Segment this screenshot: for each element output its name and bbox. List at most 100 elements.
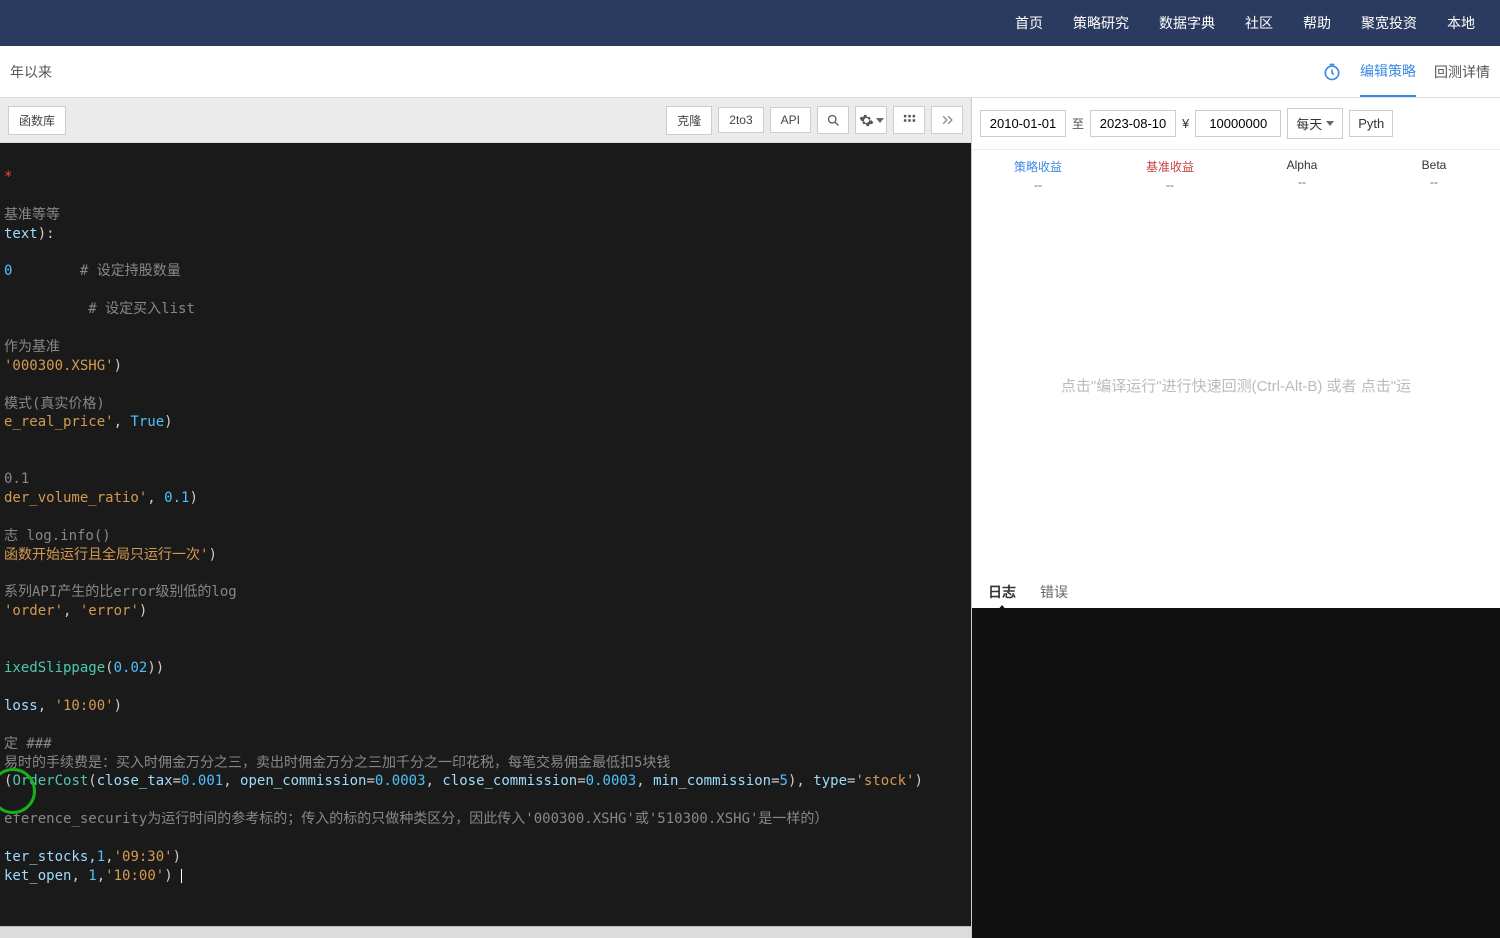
code-token: OrderCost	[12, 773, 88, 789]
code-comment: 作为基准	[4, 339, 60, 355]
code-token: close_tax	[97, 773, 173, 789]
code-token: ixedSlippage	[4, 660, 105, 676]
code-token: 0.0003	[375, 773, 426, 789]
code-token: )	[114, 358, 122, 374]
backtest-params: 至 ¥ 每天 Pyth	[972, 98, 1500, 150]
code-token: )	[164, 414, 172, 430]
nav-invest[interactable]: 聚宽投资	[1346, 0, 1432, 46]
gear-icon[interactable]	[855, 106, 887, 134]
code-comment: # 设定持股数量	[80, 263, 181, 279]
code-token: ,	[97, 868, 105, 884]
search-icon[interactable]	[817, 106, 849, 134]
code-token: 0.0003	[586, 773, 637, 789]
code-token: ),	[788, 773, 813, 789]
code-token: '09:30'	[114, 849, 173, 865]
code-token: 0	[4, 263, 12, 279]
code-token: e_real_price'	[4, 414, 114, 430]
code-token: )	[208, 547, 216, 563]
code-token: 0.1	[164, 490, 189, 506]
metric-alpha: Alpha--	[1236, 158, 1368, 192]
code-token: 'stock'	[855, 773, 914, 789]
code-comment: 0.1	[4, 471, 29, 487]
code-comment: eference_security为运行时间的参考标的；传入的标的只做种类区分，…	[4, 811, 828, 827]
metric-benchmark-return: 基准收益--	[1104, 158, 1236, 192]
code-token: )	[139, 603, 147, 619]
chevron-down-icon	[1326, 121, 1334, 126]
tab-errors[interactable]: 错误	[1040, 582, 1068, 602]
code-token: =	[577, 773, 585, 789]
code-comment: 定 ###	[4, 736, 52, 752]
code-line: 基准等等	[4, 207, 60, 223]
timer-icon[interactable]	[1322, 62, 1342, 82]
code-token: 5	[780, 773, 788, 789]
top-navbar: 首页 策略研究 数据字典 社区 帮助 聚宽投资 本地	[0, 0, 1500, 46]
code-token: (	[105, 660, 113, 676]
metric-beta: Beta--	[1368, 158, 1500, 192]
top-nav-links: 首页 策略研究 数据字典 社区 帮助 聚宽投资 本地	[1000, 0, 1490, 46]
log-output[interactable]	[972, 608, 1500, 938]
nav-home[interactable]: 首页	[1000, 0, 1058, 46]
code-comment: 志 log.info()	[4, 528, 111, 544]
code-token: ,	[426, 773, 443, 789]
code-token: 0.001	[181, 773, 223, 789]
code-token: '000300.XSHG'	[4, 358, 114, 374]
code-token: )	[173, 849, 181, 865]
chart-placeholder: 点击"编译运行"进行快速回测(Ctrl-Alt-B) 或者 点击"运	[972, 196, 1500, 574]
start-date-input[interactable]	[980, 110, 1066, 137]
api-button[interactable]: API	[770, 107, 811, 133]
code-token: 'order'	[4, 603, 63, 619]
code-token: text	[4, 226, 38, 242]
capital-input[interactable]	[1195, 110, 1281, 137]
code-token: ter_stocks,	[4, 849, 97, 865]
code-token: )	[114, 698, 122, 714]
code-token: ))	[147, 660, 164, 676]
code-token: ,	[63, 603, 80, 619]
code-line: *	[4, 169, 12, 185]
code-token: ,	[38, 698, 55, 714]
currency-label: ¥	[1182, 116, 1189, 131]
tab-backtest-details[interactable]: 回测详情	[1434, 62, 1490, 82]
end-date-input[interactable]	[1090, 110, 1176, 137]
subbar-title: 年以来	[10, 62, 52, 82]
editor-pane: 函数库 克隆 2to3 API * 基准等等 text): 0 # 设定持股数量…	[0, 98, 972, 938]
code-comment: # 设定买入list	[88, 301, 195, 317]
nav-strategy[interactable]: 策略研究	[1058, 0, 1144, 46]
code-token: 0.02	[114, 660, 148, 676]
2to3-button[interactable]: 2to3	[718, 107, 763, 133]
code-token: '10:00'	[105, 868, 164, 884]
code-token: (	[88, 773, 96, 789]
code-token: type	[813, 773, 847, 789]
frequency-select[interactable]: 每天	[1287, 108, 1343, 139]
tab-logs[interactable]: 日志	[988, 582, 1016, 602]
code-token: close_commission	[442, 773, 577, 789]
code-comment: 系列API产生的比error级别低的log	[4, 584, 237, 600]
expand-icon[interactable]	[931, 106, 963, 134]
code-token: ):	[38, 226, 55, 242]
nav-help[interactable]: 帮助	[1288, 0, 1346, 46]
metrics-row: 策略收益-- 基准收益-- Alpha-- Beta--	[972, 150, 1500, 196]
code-comment: 模式(真实价格)	[4, 396, 105, 412]
code-token: ,	[223, 773, 240, 789]
code-token: ,	[114, 414, 131, 430]
nav-local[interactable]: 本地	[1432, 0, 1490, 46]
nav-data-dict[interactable]: 数据字典	[1144, 0, 1230, 46]
code-token: =	[366, 773, 374, 789]
code-token: loss	[4, 698, 38, 714]
code-token: )	[164, 868, 181, 884]
language-select[interactable]: Pyth	[1349, 110, 1393, 137]
code-token: =	[771, 773, 779, 789]
code-token: der_volume_ratio'	[4, 490, 147, 506]
clone-button[interactable]: 克隆	[666, 106, 712, 135]
tab-edit-strategy[interactable]: 编辑策略	[1360, 61, 1416, 97]
grid-icon[interactable]	[893, 106, 925, 134]
code-token: =	[173, 773, 181, 789]
nav-community[interactable]: 社区	[1230, 0, 1288, 46]
results-pane: 至 ¥ 每天 Pyth 策略收益-- 基准收益-- Alpha-- Beta--…	[972, 98, 1500, 938]
library-button[interactable]: 函数库	[8, 106, 66, 135]
code-token: True	[130, 414, 164, 430]
code-token: ,	[71, 868, 88, 884]
code-editor[interactable]: * 基准等等 text): 0 # 设定持股数量 # 设定买入list 作为基准…	[0, 143, 971, 926]
code-token: )	[189, 490, 197, 506]
log-tabs: 日志 错误	[972, 574, 1500, 608]
code-comment: 易时的手续费是：买入时佣金万分之三，卖出时佣金万分之三加千分之一印花税，每笔交易…	[4, 755, 670, 771]
